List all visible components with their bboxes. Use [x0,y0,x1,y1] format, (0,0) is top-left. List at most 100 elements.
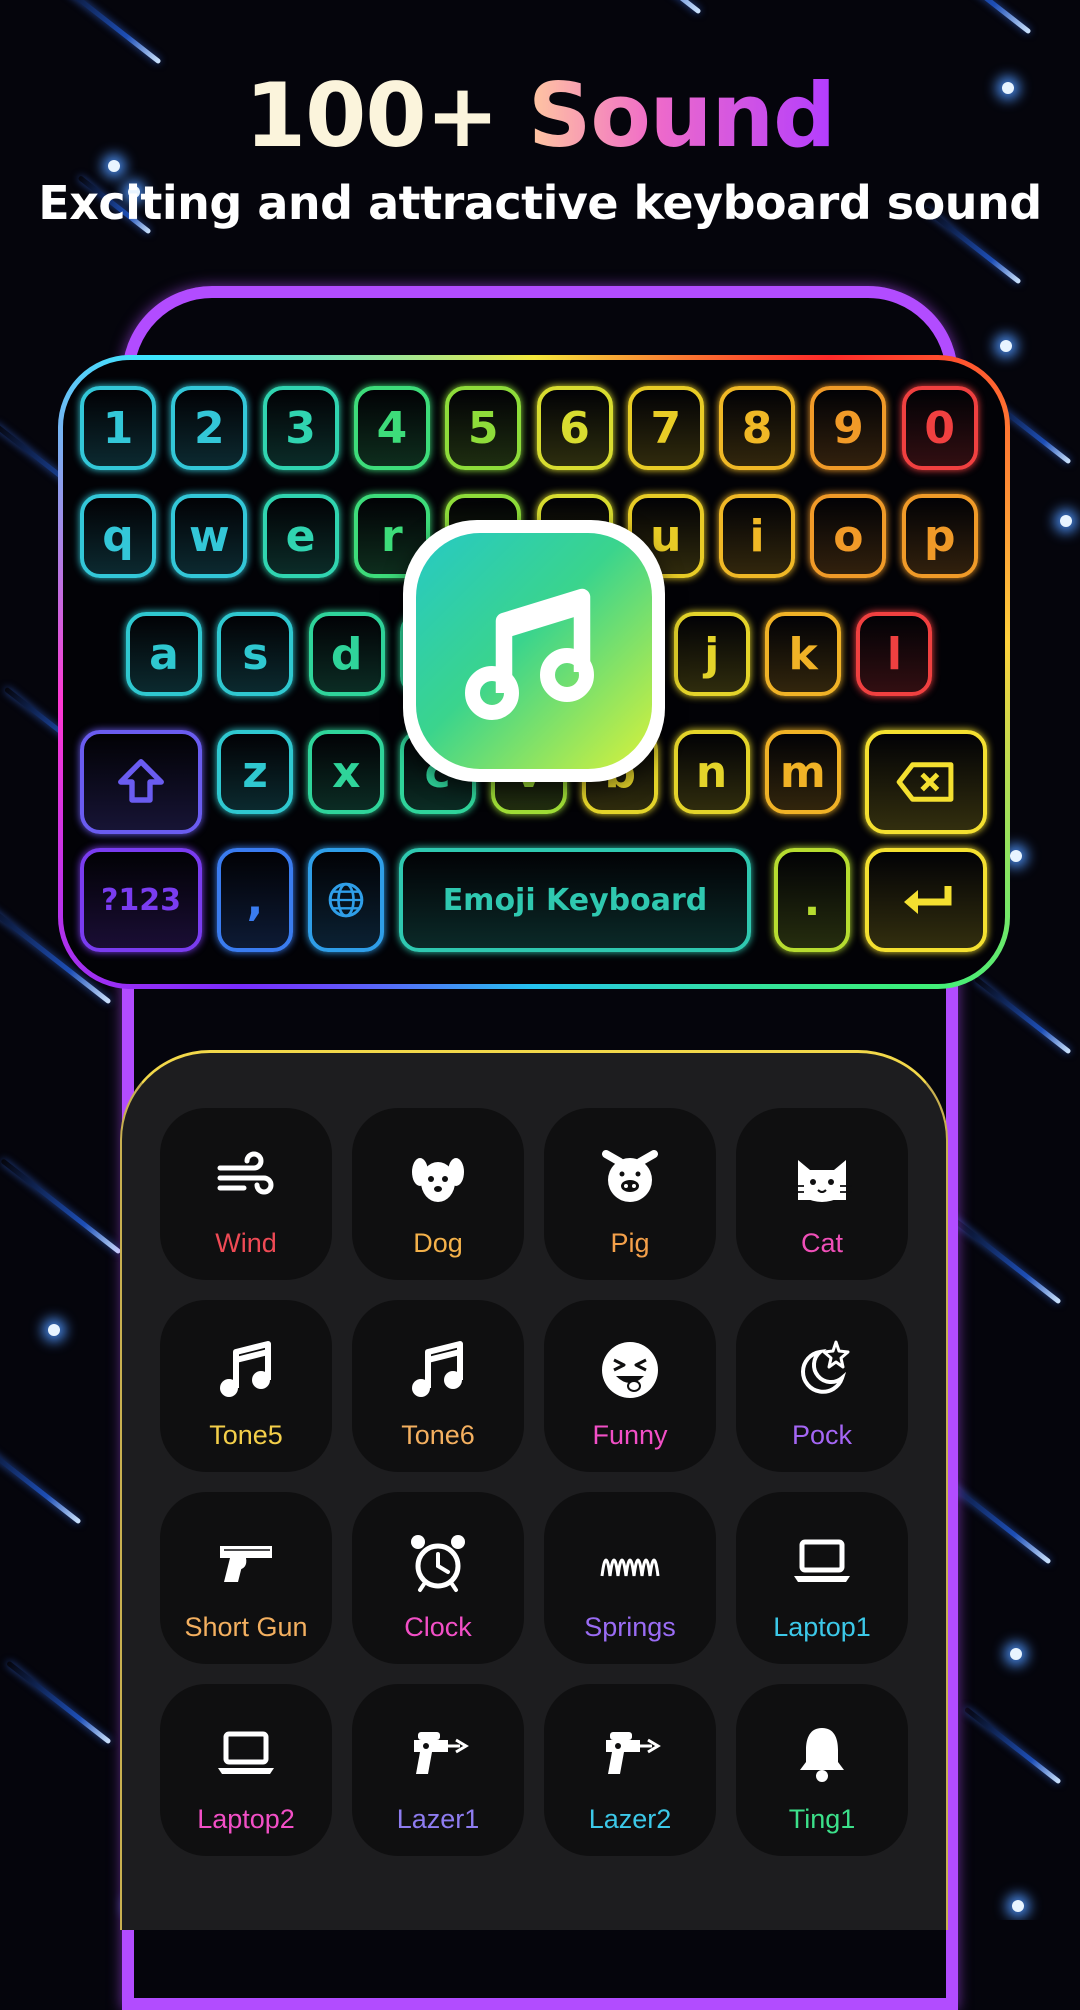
app-icon [403,520,665,782]
moon-star-icon [801,1340,850,1394]
key-comma: , [217,848,293,952]
sound-label: Tone5 [209,1420,283,1450]
key-symbols: ?123 [80,848,202,952]
sound-label: Ting1 [788,1804,856,1834]
star [1000,340,1012,352]
star [48,1324,60,1336]
sound-tile-wind[interactable]: Wind [160,1108,332,1280]
sound-label: Tone6 [401,1420,475,1450]
subheadline: Exciting and attractive keyboard sound [38,176,1042,230]
sound-tile-lazer1[interactable]: Lazer1 [352,1684,524,1856]
key-k: k [765,612,842,696]
key-6: 6 [536,386,613,470]
sound-label: Funny [592,1420,668,1450]
key-q: q [80,494,156,578]
sound-label: Springs [584,1612,676,1642]
key-1: 1 [80,386,156,470]
light-streak [48,0,162,65]
key-x: x [308,730,385,814]
backspace-icon [896,762,954,802]
star [1012,1900,1024,1912]
music-note-icon [465,588,594,720]
sound-label: Clock [404,1612,472,1642]
sound-tile-short-gun[interactable]: Short Gun [160,1492,332,1664]
key-s: s [217,612,294,696]
key-globe [308,848,384,952]
laptop-icon [218,1731,274,1774]
key-4: 4 [353,386,430,470]
headline-prefix: 100+ [244,64,499,167]
sound-label: Lazer2 [588,1804,672,1834]
sound-tile-dog[interactable]: Dog [352,1108,524,1280]
key-e: e [262,494,339,578]
sound-tile-funny[interactable]: Funny [544,1300,716,1472]
sound-label: Wind [215,1228,277,1258]
key-w: w [171,494,248,578]
sound-label: Cat [800,1228,844,1258]
headline: 100+ Sound [0,66,1080,166]
funny-face-icon [602,1342,658,1398]
sound-tile-ting1[interactable]: Ting1 [736,1684,908,1856]
sound-label: Lazer1 [396,1804,480,1834]
shift-icon [118,759,164,803]
headline-accent: Sound [527,64,836,167]
gun-icon [220,1546,272,1582]
light-streak [963,1706,1062,1785]
sound-label: Pock [791,1420,853,1450]
laser-gun-icon [414,1732,469,1774]
dog-icon [412,1158,464,1202]
key-backspace [865,730,987,834]
sound-tile-clock[interactable]: Clock [352,1492,524,1664]
sound-label: Pig [610,1228,650,1258]
key-j: j [673,612,750,696]
key-period: . [774,848,850,952]
sound-tile-lazer2[interactable]: Lazer2 [544,1684,716,1856]
sound-label: Laptop2 [197,1804,295,1834]
key-5: 5 [445,386,522,470]
key-space: Emoji Keyboard [399,848,751,952]
key-o: o [810,494,887,578]
music-note-icon [220,1341,271,1397]
bell-icon [800,1728,844,1782]
laptop-icon [794,1539,850,1582]
promo-header: 100+ Sound Exciting and attractive keybo… [0,66,1080,231]
key-z: z [217,730,293,814]
sound-tile-pig[interactable]: Pig [544,1108,716,1280]
wind-icon [217,1151,274,1195]
key-l: l [856,612,933,696]
key-0: 0 [901,386,978,470]
pig-icon [602,1150,658,1202]
key-p: p [901,494,978,578]
star [1060,515,1072,527]
key-i: i [719,494,796,578]
laser-gun-icon [606,1732,661,1774]
key-shift [80,730,202,834]
light-streak [910,0,1032,35]
key-enter [865,848,987,952]
sound-tile-pock[interactable]: Pock [736,1300,908,1472]
key-8: 8 [719,386,796,470]
app-icon-background [416,533,652,769]
light-streak [948,1214,1062,1305]
key-d: d [308,612,385,696]
sound-tile-cat[interactable]: Cat [736,1108,908,1280]
key-9: 9 [810,386,887,470]
star [1010,850,1022,862]
globe-icon [328,882,364,918]
key-7: 7 [627,386,704,470]
key-m: m [764,730,841,814]
star [1010,1648,1022,1660]
sound-label: Short Gun [184,1612,308,1642]
key-n: n [673,730,750,814]
sound-tile-springs[interactable]: Springs [544,1492,716,1664]
light-streak [0,1434,82,1525]
key-3: 3 [262,386,339,470]
light-streak [973,976,1072,1055]
key-2: 2 [171,386,248,470]
light-streak [0,1158,122,1255]
sound-tile-laptop1[interactable]: Laptop1 [736,1492,908,1664]
sound-tile-tone6[interactable]: Tone6 [352,1300,524,1472]
sound-tile-tone5[interactable]: Tone5 [160,1300,332,1472]
sound-tile-laptop2[interactable]: Laptop2 [160,1684,332,1856]
light-streak [6,1660,112,1745]
